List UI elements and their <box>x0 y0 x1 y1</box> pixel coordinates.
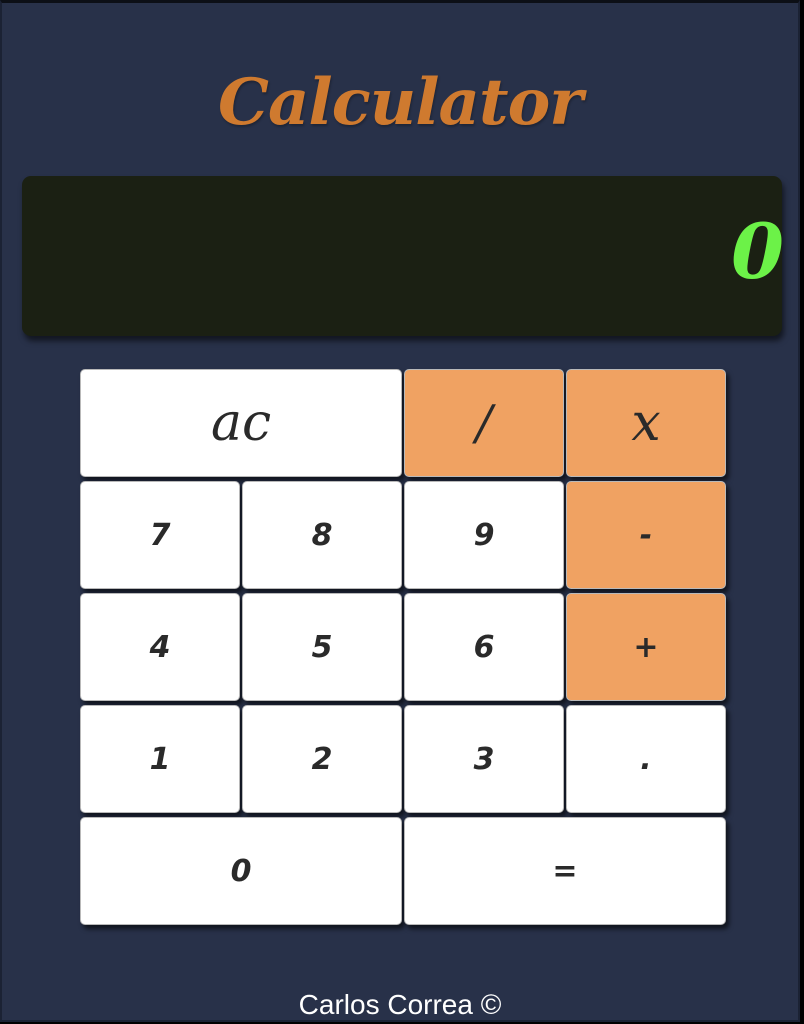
decimal-button[interactable]: . <box>566 705 726 813</box>
digit-1-button[interactable]: 1 <box>80 705 240 813</box>
digit-2-button[interactable]: 2 <box>242 705 402 813</box>
footer-credit: Carlos Correa © <box>298 989 502 1020</box>
display-value: 0 <box>731 207 782 296</box>
digit-6-button[interactable]: 6 <box>404 593 564 701</box>
digit-5-button[interactable]: 5 <box>242 593 402 701</box>
divide-button[interactable]: / <box>404 369 564 477</box>
multiply-button[interactable]: x <box>566 369 726 477</box>
clear-button[interactable]: ac <box>80 369 402 477</box>
equals-button[interactable]: = <box>404 817 726 925</box>
digit-8-button[interactable]: 8 <box>242 481 402 589</box>
digit-7-button[interactable]: 7 <box>80 481 240 589</box>
calculator-window: Calculator 0 ac / x 7 8 9 - 4 5 6 + 1 2 … <box>0 0 800 1022</box>
subtract-button[interactable]: - <box>566 481 726 589</box>
digit-3-button[interactable]: 3 <box>404 705 564 813</box>
digit-4-button[interactable]: 4 <box>80 593 240 701</box>
digit-0-button[interactable]: 0 <box>80 817 402 925</box>
calculator-display: 0 <box>22 176 782 336</box>
page-title: Calculator <box>218 65 583 140</box>
add-button[interactable]: + <box>566 593 726 701</box>
keypad: ac / x 7 8 9 - 4 5 6 + 1 2 3 . 0 = <box>80 369 726 927</box>
digit-9-button[interactable]: 9 <box>404 481 564 589</box>
